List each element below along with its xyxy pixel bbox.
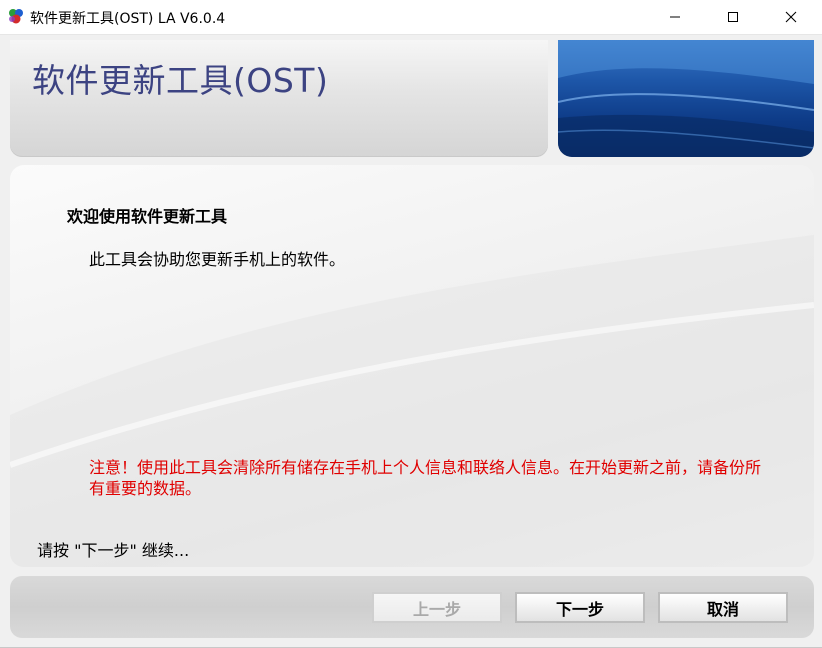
- header-title: 软件更新工具(OST): [32, 61, 329, 100]
- welcome-description: 此工具会协助您更新手机上的软件。: [89, 250, 346, 269]
- maximize-button[interactable]: [704, 0, 762, 34]
- welcome-title: 欢迎使用软件更新工具: [67, 207, 228, 226]
- app-icon: [7, 7, 25, 25]
- header-graphic: [558, 40, 814, 157]
- minimize-icon: [670, 16, 680, 18]
- close-button[interactable]: [762, 0, 820, 34]
- warning-text: 注意！使用此工具会清除所有储存在手机上个人信息和联络人信息。在开始更新之前，请备…: [89, 458, 762, 498]
- continue-prompt: 请按 "下一步" 继续...: [37, 541, 190, 560]
- header-banner: 软件更新工具(OST): [10, 40, 548, 157]
- window-title: 软件更新工具(OST) LA V6.0.4: [30, 11, 226, 27]
- content-panel: 欢迎使用软件更新工具 此工具会协助您更新手机上的软件。 注意！使用此工具会清除所…: [10, 165, 814, 567]
- next-button[interactable]: 下一步: [515, 592, 645, 623]
- cancel-button[interactable]: 取消: [658, 592, 788, 623]
- close-icon: [785, 11, 797, 23]
- maximize-icon: [728, 12, 738, 22]
- back-button[interactable]: 上一步: [372, 592, 502, 623]
- minimize-button[interactable]: [646, 0, 704, 34]
- title-bar: 软件更新工具(OST) LA V6.0.4: [0, 0, 822, 35]
